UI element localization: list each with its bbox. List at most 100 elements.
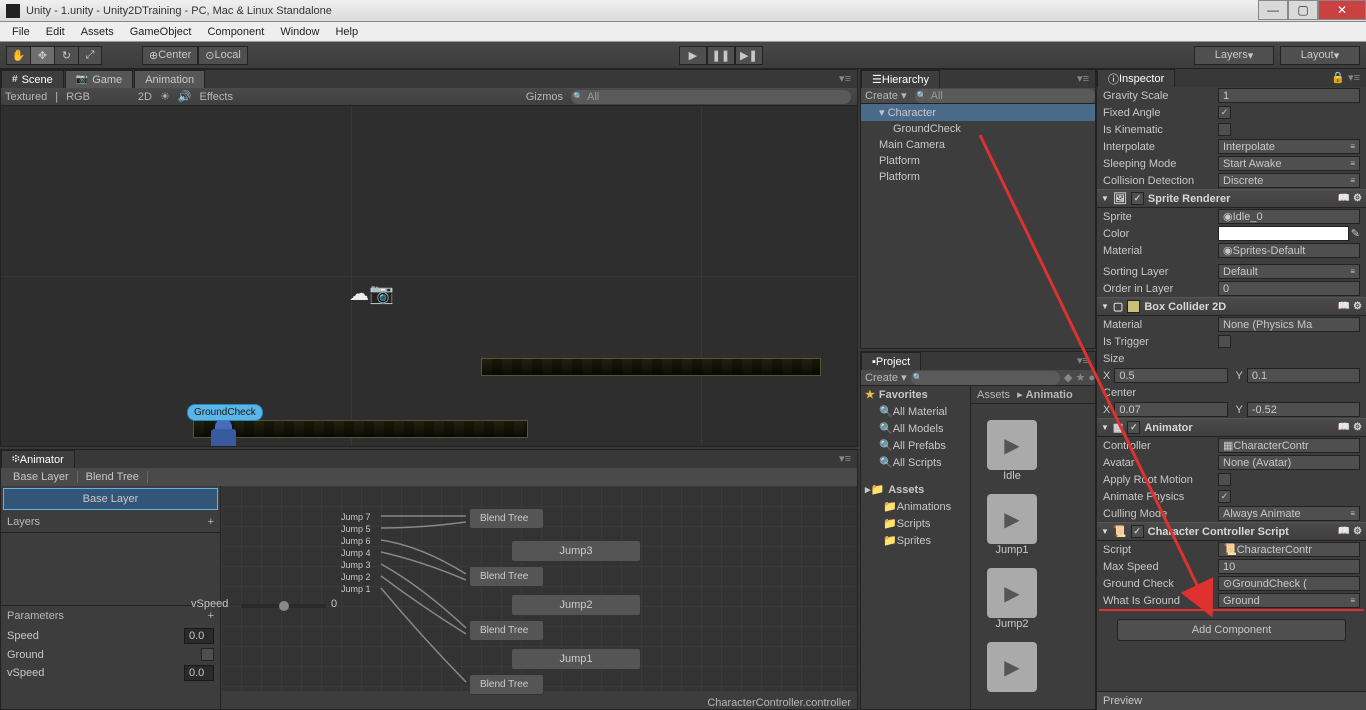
menu-gameobject[interactable]: GameObject: [122, 26, 200, 38]
close-button[interactable]: ✕: [1318, 0, 1366, 20]
field-center-x[interactable]: 0.07: [1114, 402, 1227, 417]
scene-viewport[interactable]: ☁📷 GroundCheck: [1, 106, 857, 447]
hand-tool[interactable]: ✋: [6, 46, 30, 65]
platform-top[interactable]: [481, 358, 821, 376]
component-sprite-renderer[interactable]: ▼🖼 ✓Sprite Renderer📖 ⚙: [1097, 189, 1366, 208]
fav-material[interactable]: 🔍 All Material: [861, 403, 970, 420]
audio-icon[interactable]: 🔊: [178, 90, 192, 103]
groundcheck-label[interactable]: GroundCheck: [187, 404, 263, 421]
state-blendtree[interactable]: Blend Tree: [469, 508, 544, 529]
dir-animations[interactable]: 📁 Animations: [861, 498, 970, 515]
2d-toggle[interactable]: 2D: [138, 91, 152, 103]
maximize-button[interactable]: ▢: [1288, 0, 1318, 20]
scene-tab[interactable]: #Scene: [1, 70, 64, 88]
field-controller[interactable]: ▦ CharacterContr: [1218, 438, 1360, 453]
checkbox-kinematic[interactable]: [1218, 123, 1231, 136]
filter-icons[interactable]: ◆ ★ ●: [1064, 371, 1095, 384]
field-material[interactable]: ◉ Sprites-Default: [1218, 243, 1360, 258]
animator-tab[interactable]: ፨ Animator: [1, 450, 75, 468]
hierarchy-item-platform[interactable]: Platform: [861, 169, 1095, 185]
panel-menu-icon[interactable]: ▾≡: [833, 70, 857, 88]
eyedropper-icon[interactable]: ✎: [1351, 227, 1360, 240]
hierarchy-item-platform[interactable]: Platform: [861, 153, 1095, 169]
state-jump3[interactable]: Jump3: [511, 540, 641, 562]
fav-scripts[interactable]: 🔍 All Scripts: [861, 454, 970, 471]
hierarchy-item-maincamera[interactable]: Main Camera: [861, 137, 1095, 153]
minimize-button[interactable]: —: [1258, 0, 1288, 20]
layers-dropdown[interactable]: Layers ▾: [1194, 46, 1274, 65]
scale-tool[interactable]: ⤢: [78, 46, 102, 65]
layer-base[interactable]: Base Layer: [3, 488, 218, 510]
panel-menu-icon[interactable]: ▾≡: [833, 450, 857, 468]
dir-sprites[interactable]: 📁 Sprites: [861, 532, 970, 549]
field-color[interactable]: [1218, 226, 1349, 241]
field-script[interactable]: 📜 CharacterContr: [1218, 542, 1360, 557]
add-parameter-button[interactable]: +: [208, 610, 214, 622]
render-mode-dropdown[interactable]: RGB: [66, 91, 90, 103]
asset-jump2[interactable]: ▶Jump2: [987, 568, 1037, 630]
light-icon[interactable]: ☀: [160, 90, 170, 103]
asset-thumb[interactable]: ▶: [987, 642, 1037, 692]
hierarchy-item-groundcheck[interactable]: GroundCheck: [861, 121, 1095, 137]
preview-header[interactable]: Preview: [1097, 691, 1366, 710]
field-size-y[interactable]: 0.1: [1247, 368, 1360, 383]
shading-dropdown[interactable]: Textured: [5, 91, 47, 103]
move-tool[interactable]: ✥: [30, 46, 54, 65]
inspector-tab[interactable]: ⓘ Inspector: [1097, 69, 1175, 87]
component-box-collider[interactable]: ▼▢ Box Collider 2D📖 ⚙: [1097, 297, 1366, 316]
field-orderlayer[interactable]: 0: [1218, 281, 1360, 296]
game-tab[interactable]: 📷Game: [65, 70, 133, 88]
pivot-mode[interactable]: ⊕ Center: [142, 46, 198, 65]
dropdown-interpolate[interactable]: Interpolate: [1218, 139, 1360, 154]
project-search[interactable]: [911, 371, 1060, 385]
field-avatar[interactable]: None (Avatar): [1218, 455, 1360, 470]
dropdown-culling[interactable]: Always Animate: [1218, 506, 1360, 521]
asset-idle[interactable]: ▶Idle: [987, 420, 1037, 482]
checkbox-istrigger[interactable]: [1218, 335, 1231, 348]
hierarchy-search[interactable]: All: [915, 89, 1095, 103]
assets-header[interactable]: ▸📁Assets: [861, 481, 970, 498]
add-layer-button[interactable]: +: [208, 516, 214, 528]
hierarchy-tab[interactable]: ☰ Hierarchy: [861, 70, 940, 88]
menu-window[interactable]: Window: [272, 26, 327, 38]
breadcrumb-base[interactable]: Base Layer: [5, 471, 78, 483]
create-dropdown[interactable]: Create ▾: [865, 371, 907, 384]
checkbox-animphysics[interactable]: ✓: [1218, 490, 1231, 503]
dir-scripts[interactable]: 📁 Scripts: [861, 515, 970, 532]
dropdown-sleeping[interactable]: Start Awake: [1218, 156, 1360, 171]
state-blendtree[interactable]: Blend Tree: [469, 674, 544, 695]
param-vspeed[interactable]: vSpeed0.0: [1, 663, 220, 683]
state-blendtree[interactable]: Blend Tree: [469, 566, 544, 587]
dropdown-collision[interactable]: Discrete: [1218, 173, 1360, 188]
field-sprite[interactable]: ◉ Idle_0: [1218, 209, 1360, 224]
param-ground[interactable]: Ground: [1, 646, 220, 663]
rotate-tool[interactable]: ↻: [54, 46, 78, 65]
dropdown-whatisground[interactable]: Ground: [1218, 593, 1360, 608]
state-blendtree[interactable]: Blend Tree: [469, 620, 544, 641]
pause-button[interactable]: ❚❚: [707, 46, 735, 65]
field-size-x[interactable]: 0.5: [1114, 368, 1227, 383]
state-jump1[interactable]: Jump1: [511, 648, 641, 670]
field-physmaterial[interactable]: None (Physics Ma: [1218, 317, 1360, 332]
animation-tab[interactable]: Animation: [134, 70, 205, 88]
animator-graph[interactable]: vSpeed 0 Jump 7 Jump 5 Jump 6 Jump 4 Jum…: [221, 486, 857, 691]
hierarchy-item-character[interactable]: ▾ Character: [861, 104, 1095, 121]
dropdown-sortlayer[interactable]: Default: [1218, 264, 1360, 279]
favorites-header[interactable]: ★Favorites: [861, 386, 970, 403]
effects-dropdown[interactable]: Effects: [200, 91, 233, 103]
param-speed[interactable]: Speed0.0: [1, 626, 220, 646]
vspeed-slider[interactable]: [241, 604, 326, 608]
play-button[interactable]: ▶: [679, 46, 707, 65]
field-gravity[interactable]: 1: [1218, 88, 1360, 103]
component-animator[interactable]: ▼▦ ✓Animator📖 ⚙: [1097, 418, 1366, 437]
field-maxspeed[interactable]: 10: [1218, 559, 1360, 574]
component-char-controller[interactable]: ▼📜 ✓Character Controller Script📖 ⚙: [1097, 522, 1366, 541]
panel-menu-icon[interactable]: ▾≡: [1071, 70, 1095, 88]
fav-prefabs[interactable]: 🔍 All Prefabs: [861, 437, 970, 454]
checkbox-fixedangle[interactable]: ✓: [1218, 106, 1231, 119]
step-button[interactable]: ▶❚: [735, 46, 763, 65]
menu-assets[interactable]: Assets: [73, 26, 122, 38]
checkbox-rootmotion[interactable]: [1218, 473, 1231, 486]
menu-edit[interactable]: Edit: [38, 26, 73, 38]
scene-search[interactable]: All: [571, 90, 851, 104]
